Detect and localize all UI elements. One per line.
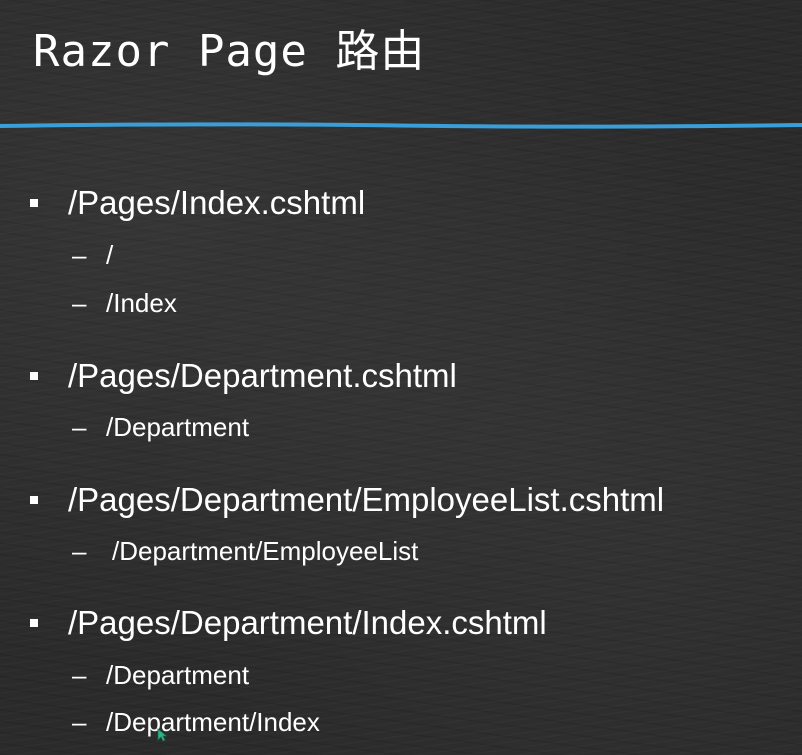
bullet-icon (30, 372, 38, 380)
dash-marker: – (72, 660, 87, 690)
dash-marker: – (72, 707, 87, 737)
bullet-icon (30, 199, 38, 207)
bullet-icon (30, 619, 38, 627)
dash-marker: – (72, 412, 87, 442)
route-path: / (106, 240, 114, 270)
dash-marker: – (72, 536, 87, 566)
mouse-cursor-icon (157, 728, 167, 742)
page-path: /Pages/Index.cshtml (68, 184, 366, 221)
page-path: /Pages/Department/EmployeeList.cshtml (68, 481, 665, 518)
page-path: /Pages/Department.cshtml (68, 357, 457, 394)
page-path: /Pages/Department/Index.cshtml (68, 604, 547, 641)
route-path: /Department/EmployeeList (112, 536, 419, 566)
bullet-icon (30, 496, 38, 504)
dash-marker: – (72, 288, 87, 318)
route-path: /Department/Index (106, 707, 320, 737)
route-path: /Department (106, 660, 250, 690)
dash-marker: – (72, 240, 87, 270)
slide: Razor Page 路由 /Pages/Index.cshtml – / – … (0, 0, 802, 755)
bullet-list: /Pages/Index.cshtml – / – /Index /Pages/… (0, 0, 802, 755)
route-path: /Index (106, 288, 177, 318)
route-path: /Department (106, 412, 250, 442)
